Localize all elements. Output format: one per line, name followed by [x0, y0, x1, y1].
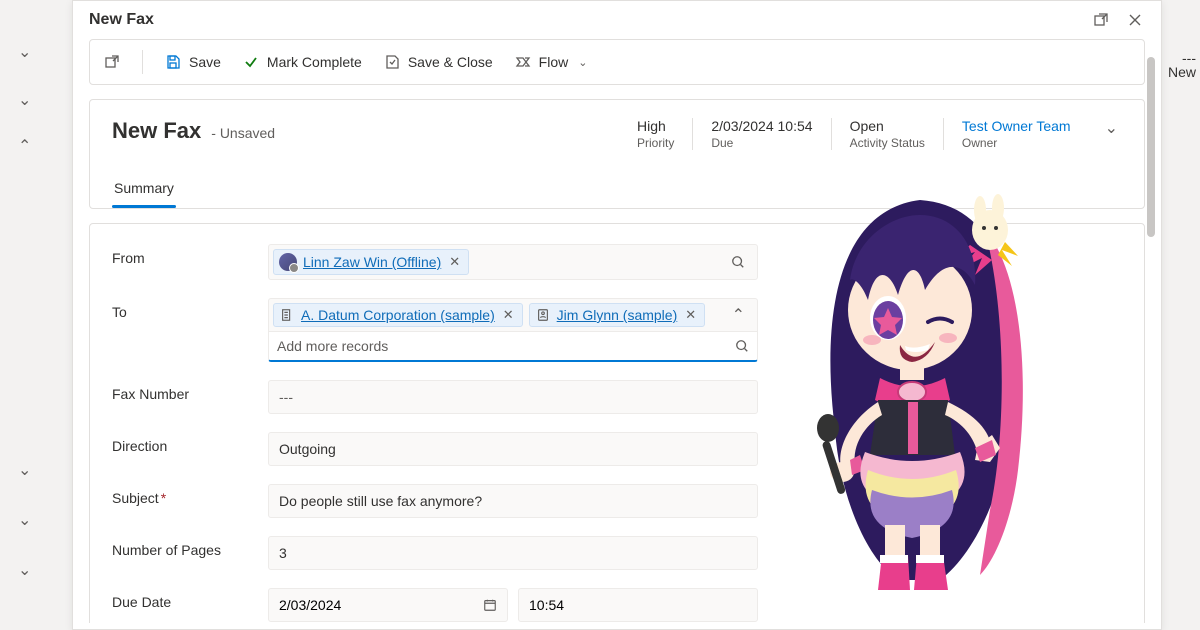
chevron-up-icon[interactable] — [0, 124, 60, 168]
from-label: From — [112, 244, 268, 266]
mark-complete-button[interactable]: Mark Complete — [243, 54, 362, 70]
chevron-down-icon[interactable]: ⌄ — [1089, 118, 1122, 138]
save-close-icon — [384, 54, 400, 70]
modal-header: New Fax — [73, 1, 1161, 39]
record-unsaved-status: - Unsaved — [211, 125, 275, 141]
subject-label: Subject* — [112, 484, 268, 506]
close-icon[interactable] — [1127, 12, 1143, 28]
search-icon[interactable] — [735, 339, 749, 353]
subject-field[interactable]: Do people still use fax anymore? — [268, 484, 758, 518]
scrollbar[interactable] — [1147, 57, 1155, 237]
due-time-field[interactable]: 10:54 — [518, 588, 758, 622]
pages-field[interactable]: 3 — [268, 536, 758, 570]
search-icon[interactable] — [727, 253, 749, 271]
due-date-field[interactable]: 2/03/2024 — [268, 588, 508, 622]
chevron-down-icon[interactable] — [0, 30, 60, 74]
separator — [142, 50, 143, 74]
meta-due: 2/03/2024 10:54 Due — [692, 118, 830, 150]
modal-title: New Fax — [89, 11, 154, 29]
direction-label: Direction — [112, 432, 268, 454]
to-pill-2-link[interactable]: Jim Glynn (sample) — [557, 307, 678, 323]
chevron-down-icon[interactable] — [0, 548, 60, 592]
meta-priority: High Priority — [619, 118, 692, 150]
save-icon — [165, 54, 181, 70]
flow-label: Flow — [539, 54, 569, 70]
background-panel-chevrons — [0, 0, 60, 630]
save-close-button[interactable]: Save & Close — [384, 54, 493, 70]
background-dash: --- — [1182, 50, 1196, 66]
summary-form: From Linn Zaw Win (Offline) ✕ — [89, 223, 1145, 623]
tab-summary[interactable]: Summary — [112, 170, 176, 208]
fax-number-field[interactable]: --- — [268, 380, 758, 414]
from-pill-link[interactable]: Linn Zaw Win (Offline) — [303, 254, 441, 270]
command-bar: Save Mark Complete Save & Close Flow ⌄ — [89, 39, 1145, 85]
chevron-down-icon[interactable] — [0, 498, 60, 542]
fax-number-label: Fax Number — [112, 380, 268, 402]
to-pill-2: Jim Glynn (sample) ✕ — [529, 303, 706, 327]
save-close-label: Save & Close — [408, 54, 493, 70]
from-pill: Linn Zaw Win (Offline) ✕ — [273, 249, 469, 275]
new-fax-modal: New Fax Save — [72, 0, 1162, 630]
meta-owner[interactable]: Test Owner Team Owner — [943, 118, 1089, 150]
to-add-input[interactable] — [277, 338, 735, 354]
contact-icon — [535, 307, 551, 323]
direction-field[interactable]: Outgoing — [268, 432, 758, 466]
remove-pill-icon[interactable]: ✕ — [683, 307, 698, 323]
chevron-up-icon[interactable]: ⌃ — [728, 303, 749, 327]
avatar-icon — [279, 253, 297, 271]
save-button[interactable]: Save — [165, 54, 221, 70]
remove-pill-icon[interactable]: ✕ — [447, 254, 462, 270]
check-icon — [243, 54, 259, 70]
chevron-down-icon[interactable] — [0, 78, 60, 122]
popout-small-icon[interactable] — [104, 54, 120, 70]
popout-icon[interactable] — [1093, 12, 1109, 28]
record-title: New Fax — [112, 118, 201, 144]
to-add-more[interactable] — [268, 332, 758, 362]
flow-button[interactable]: Flow ⌄ — [515, 54, 588, 70]
to-pill-1-link[interactable]: A. Datum Corporation (sample) — [301, 307, 495, 323]
record-header-card: New Fax - Unsaved High Priority 2/03/202… — [89, 99, 1145, 209]
to-lookup[interactable]: A. Datum Corporation (sample) ✕ Jim Glyn… — [268, 298, 758, 332]
to-label: To — [112, 298, 268, 320]
background-right-text: New — [1168, 64, 1196, 80]
due-date-label: Due Date — [112, 588, 268, 610]
chevron-down-icon: ⌄ — [578, 56, 587, 69]
chevron-down-icon[interactable] — [0, 448, 60, 492]
remove-pill-icon[interactable]: ✕ — [501, 307, 516, 323]
meta-activity-status: Open Activity Status — [831, 118, 943, 150]
mark-complete-label: Mark Complete — [267, 54, 362, 70]
calendar-icon — [483, 598, 497, 612]
save-label: Save — [189, 54, 221, 70]
from-lookup[interactable]: Linn Zaw Win (Offline) ✕ — [268, 244, 758, 280]
to-pill-1: A. Datum Corporation (sample) ✕ — [273, 303, 523, 327]
pages-label: Number of Pages — [112, 536, 268, 558]
account-icon — [279, 307, 295, 323]
flow-icon — [515, 54, 531, 70]
